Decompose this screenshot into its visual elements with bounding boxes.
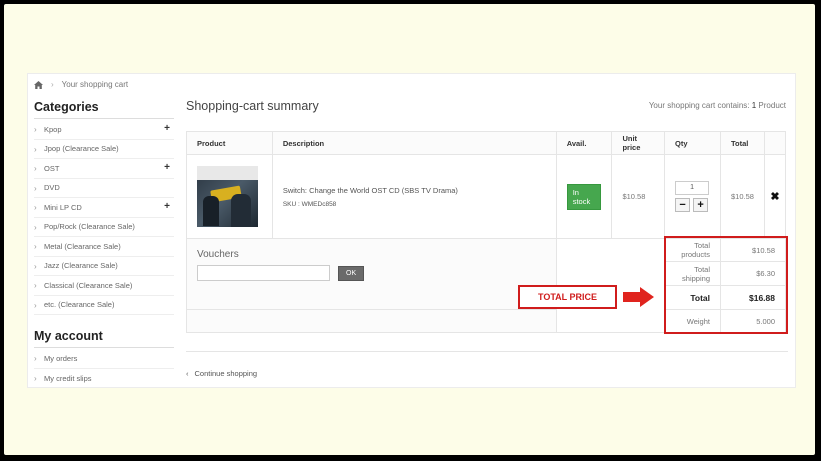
chevron-right-icon: › xyxy=(34,125,37,134)
arrow-right-icon xyxy=(623,287,654,307)
expand-plus-icon[interactable]: + xyxy=(164,123,170,134)
divider xyxy=(186,351,788,352)
chevron-right-icon: › xyxy=(34,261,37,271)
total-cell: $10.58 xyxy=(720,154,765,239)
col-header-description: Description xyxy=(271,131,557,155)
sidebar: Categories › Kpop + › Jpop (Clearance Sale)… xyxy=(34,100,174,388)
sidebar-item-label: Pop/Rock (Clearance Sale) xyxy=(44,222,135,232)
qty-cell: 1 − + xyxy=(664,154,721,239)
sidebar-item-etc[interactable]: › etc. (Clearance Sale) xyxy=(34,296,174,315)
sidebar-item-label: etc. (Clearance Sale) xyxy=(44,300,115,310)
total-highlight-box xyxy=(664,236,788,334)
total-price-annotation: TOTAL PRICE xyxy=(518,285,617,309)
col-header-product: Product xyxy=(186,131,273,155)
sidebar-item-kpop[interactable]: › Kpop + xyxy=(34,120,174,140)
line-total: $10.58 xyxy=(731,192,754,201)
vouchers-title: Vouchers xyxy=(197,249,239,260)
home-icon[interactable] xyxy=(34,80,43,89)
table-header-row: Product Description Avail. Unit price Qt… xyxy=(186,131,787,155)
sidebar-item-metal[interactable]: › Metal (Clearance Sale) xyxy=(34,237,174,257)
chevron-right-icon: › xyxy=(34,164,37,173)
chevron-right-icon: › xyxy=(34,354,37,363)
chevron-right-icon: › xyxy=(34,281,37,290)
sidebar-item-label: Jazz (Clearance Sale) xyxy=(44,261,118,271)
col-header-total: Total xyxy=(720,131,765,155)
cart-count-number: 1 xyxy=(751,101,757,110)
status-badge: In stock xyxy=(566,183,602,210)
col-header-delete xyxy=(763,131,787,155)
vouchers-footer-spacer xyxy=(186,309,557,333)
quantity-increase-button[interactable]: + xyxy=(693,198,709,212)
voucher-code-input[interactable] xyxy=(197,265,330,281)
sidebar-item-label: My credit slips xyxy=(44,373,92,383)
unit-price: $10.58 xyxy=(622,192,646,201)
page-container: › Your shopping cart Categories › Kpop + ›… xyxy=(27,73,796,388)
sidebar-item-label: OST xyxy=(44,163,60,173)
sidebar-item-dvd[interactable]: › DVD xyxy=(34,179,174,198)
chevron-right-icon: › xyxy=(34,222,37,232)
sidebar-item-ost[interactable]: › OST + xyxy=(34,159,174,179)
chevron-right-icon: › xyxy=(51,80,54,89)
sidebar-item-label: Metal (Clearance Sale) xyxy=(44,241,121,251)
breadcrumb: › Your shopping cart xyxy=(34,80,128,89)
sidebar-item-credit-slips[interactable]: › My credit slips xyxy=(34,369,174,389)
sidebar-item-pop-rock[interactable]: › Pop/Rock (Clearance Sale) xyxy=(34,218,174,237)
sidebar-item-label: Mini LP CD xyxy=(44,202,82,212)
product-sku: SKU : WMEDc858 xyxy=(282,200,337,208)
sidebar-item-jpop[interactable]: › Jpop (Clearance Sale) xyxy=(34,140,174,159)
sidebar-item-jazz[interactable]: › Jazz (Clearance Sale) xyxy=(34,257,174,276)
my-account-title: My account xyxy=(34,329,174,348)
col-header-avail: Avail. xyxy=(555,131,613,155)
chevron-right-icon: › xyxy=(34,203,37,212)
chevron-right-icon: › xyxy=(34,144,37,154)
chevron-right-icon: › xyxy=(34,242,37,251)
expand-plus-icon[interactable]: + xyxy=(164,201,170,212)
cart-count: Your shopping cart contains: 1 Product xyxy=(649,101,786,110)
quantity-decrease-button[interactable]: − xyxy=(675,198,691,212)
delete-icon[interactable]: ✖ xyxy=(765,190,785,203)
categories-title: Categories xyxy=(34,100,174,119)
chevron-left-icon: ‹ xyxy=(186,369,189,378)
col-header-unit-price: Unit price xyxy=(611,131,666,155)
unit-price-cell: $10.58 xyxy=(611,154,666,239)
quantity-input[interactable]: 1 xyxy=(675,181,710,195)
sidebar-item-label: DVD xyxy=(44,183,60,193)
product-name-link[interactable]: Switch: Change the World OST CD (SBS TV … xyxy=(283,186,546,195)
sidebar-item-mini-lp-cd[interactable]: › Mini LP CD + xyxy=(34,198,174,218)
voucher-ok-button[interactable]: OK xyxy=(338,265,365,281)
cart-count-suffix: Product xyxy=(758,101,786,110)
breadcrumb-current: Your shopping cart xyxy=(61,80,129,89)
chevron-right-icon: › xyxy=(34,373,37,383)
sidebar-item-my-orders[interactable]: › My orders xyxy=(34,349,174,369)
continue-shopping-link[interactable]: ‹ Continue shopping xyxy=(186,369,257,378)
sidebar-item-label: Classical (Clearance Sale) xyxy=(44,280,133,290)
sidebar-item-label: Jpop (Clearance Sale) xyxy=(44,144,119,154)
delete-cell: ✖ xyxy=(763,154,787,239)
chevron-right-icon: › xyxy=(34,183,37,193)
product-description-cell: Switch: Change the World OST CD (SBS TV … xyxy=(271,154,557,239)
expand-plus-icon[interactable]: + xyxy=(164,162,170,173)
sidebar-item-label: Kpop xyxy=(44,124,62,134)
table-row: Switch: Change the World OST CD (SBS TV … xyxy=(186,154,787,239)
sidebar-item-label: My orders xyxy=(44,353,78,363)
chevron-right-icon: › xyxy=(34,300,37,310)
cart-count-prefix: Your shopping cart contains: xyxy=(648,101,750,110)
vouchers-section: Vouchers OK xyxy=(186,238,557,310)
sidebar-item-classical[interactable]: › Classical (Clearance Sale) xyxy=(34,276,174,296)
continue-shopping-label: Continue shopping xyxy=(194,369,258,378)
product-image[interactable] xyxy=(197,166,258,227)
availability-cell: In stock xyxy=(555,154,613,239)
page-title: Shopping-cart summary xyxy=(186,99,319,113)
col-header-qty: Qty xyxy=(664,131,721,155)
product-image-cell xyxy=(186,154,273,239)
